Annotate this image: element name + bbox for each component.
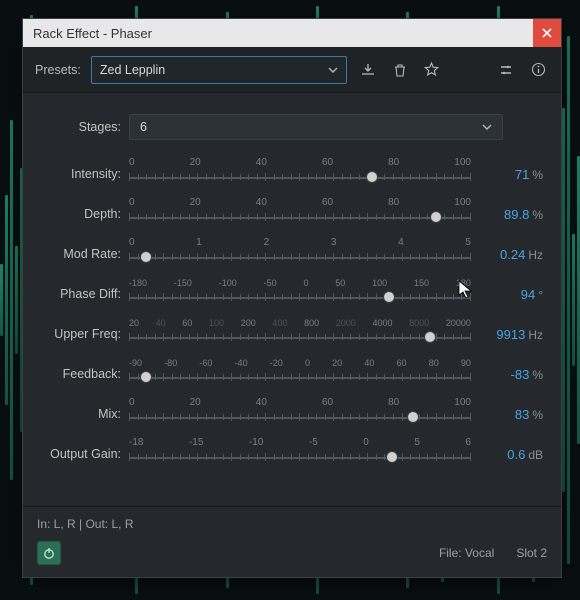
- slider[interactable]: 020406080100: [129, 197, 471, 231]
- param-label: Output Gain:: [41, 447, 121, 461]
- preset-dropdown[interactable]: Zed Lepplin: [91, 56, 347, 84]
- channel-toggle-button[interactable]: [495, 59, 517, 81]
- param-row: Output Gain: -18-15-10-5056 0.6dB: [41, 434, 543, 474]
- slider-thumb[interactable]: [424, 331, 436, 343]
- footer: In: L, R | Out: L, R File: Vocal Slot 2: [23, 506, 561, 577]
- slider[interactable]: -18-15-10-5056: [129, 437, 471, 471]
- param-row: Intensity: 020406080100 71%: [41, 154, 543, 194]
- delete-preset-button[interactable]: [389, 59, 411, 81]
- slider[interactable]: -90-80-60-40-2002040608090: [129, 357, 471, 391]
- cursor-pointer-icon: [458, 280, 474, 300]
- param-row: Mod Rate: 012345 0.24Hz: [41, 234, 543, 274]
- effect-window: Rack Effect - Phaser Presets: Zed Leppli…: [22, 18, 562, 578]
- slider[interactable]: 020406080100: [129, 397, 471, 431]
- trash-icon: [393, 63, 407, 77]
- param-value: 9913Hz: [483, 327, 543, 342]
- param-row: Mix: 020406080100 83%: [41, 394, 543, 434]
- param-label: Intensity:: [41, 167, 121, 181]
- param-label: Upper Freq:: [41, 327, 121, 341]
- slider[interactable]: 012345: [129, 237, 471, 271]
- chevron-down-icon: [482, 122, 492, 132]
- param-value: 0.24Hz: [483, 247, 543, 262]
- stages-value: 6: [140, 120, 147, 134]
- stages-dropdown[interactable]: 6: [129, 114, 503, 140]
- star-icon: [424, 62, 439, 77]
- param-row: Depth: 020406080100 89.8%: [41, 194, 543, 234]
- save-preset-button[interactable]: [357, 59, 379, 81]
- param-label: Mix:: [41, 407, 121, 421]
- param-label: Depth:: [41, 207, 121, 221]
- favorite-button[interactable]: [421, 59, 443, 81]
- preset-selected: Zed Lepplin: [100, 63, 165, 77]
- window-title: Rack Effect - Phaser: [33, 26, 152, 41]
- slider-thumb[interactable]: [140, 371, 152, 383]
- param-row: Feedback: -90-80-60-40-2002040608090 -83%: [41, 354, 543, 394]
- close-icon: [542, 28, 552, 38]
- slider[interactable]: 020406080100: [129, 157, 471, 191]
- file-label: File: Vocal: [439, 546, 494, 560]
- param-label: Feedback:: [41, 367, 121, 381]
- param-value: -83%: [483, 367, 543, 382]
- titlebar: Rack Effect - Phaser: [23, 19, 561, 47]
- slider-thumb[interactable]: [140, 251, 152, 263]
- slider[interactable]: -180-150-100-50050100150180: [129, 277, 471, 311]
- slider-thumb[interactable]: [383, 291, 395, 303]
- info-icon: [531, 62, 546, 77]
- slot-label: Slot 2: [516, 546, 547, 560]
- slider-thumb[interactable]: [366, 171, 378, 183]
- param-row: Upper Freq: 20406010020040080020004000800…: [41, 314, 543, 354]
- toolbar: Presets: Zed Lepplin: [23, 47, 561, 93]
- power-icon: [42, 546, 56, 560]
- param-label: Phase Diff:: [41, 287, 121, 301]
- io-text: In: L, R | Out: L, R: [37, 517, 547, 531]
- param-value: 83%: [483, 407, 543, 422]
- info-button[interactable]: [527, 59, 549, 81]
- param-value: 94°: [483, 287, 543, 302]
- presets-label: Presets:: [35, 63, 81, 77]
- slider-thumb[interactable]: [407, 411, 419, 423]
- slider-thumb[interactable]: [430, 211, 442, 223]
- toggle-icon: [498, 63, 514, 77]
- param-label: Mod Rate:: [41, 247, 121, 261]
- slider-thumb[interactable]: [386, 451, 398, 463]
- param-value: 89.8%: [483, 207, 543, 222]
- stages-label: Stages:: [41, 120, 121, 134]
- params-panel: Stages: 6 Intensity: 020406080100 71% Depth…: [23, 93, 561, 506]
- slider[interactable]: 20406010020040080020004000800020000: [129, 317, 471, 351]
- save-preset-icon: [360, 63, 376, 77]
- power-button[interactable]: [37, 541, 61, 565]
- stages-row: Stages: 6: [41, 107, 543, 147]
- param-value: 71%: [483, 167, 543, 182]
- close-button[interactable]: [533, 19, 561, 47]
- chevron-down-icon: [328, 65, 338, 75]
- param-value: 0.6dB: [483, 447, 543, 462]
